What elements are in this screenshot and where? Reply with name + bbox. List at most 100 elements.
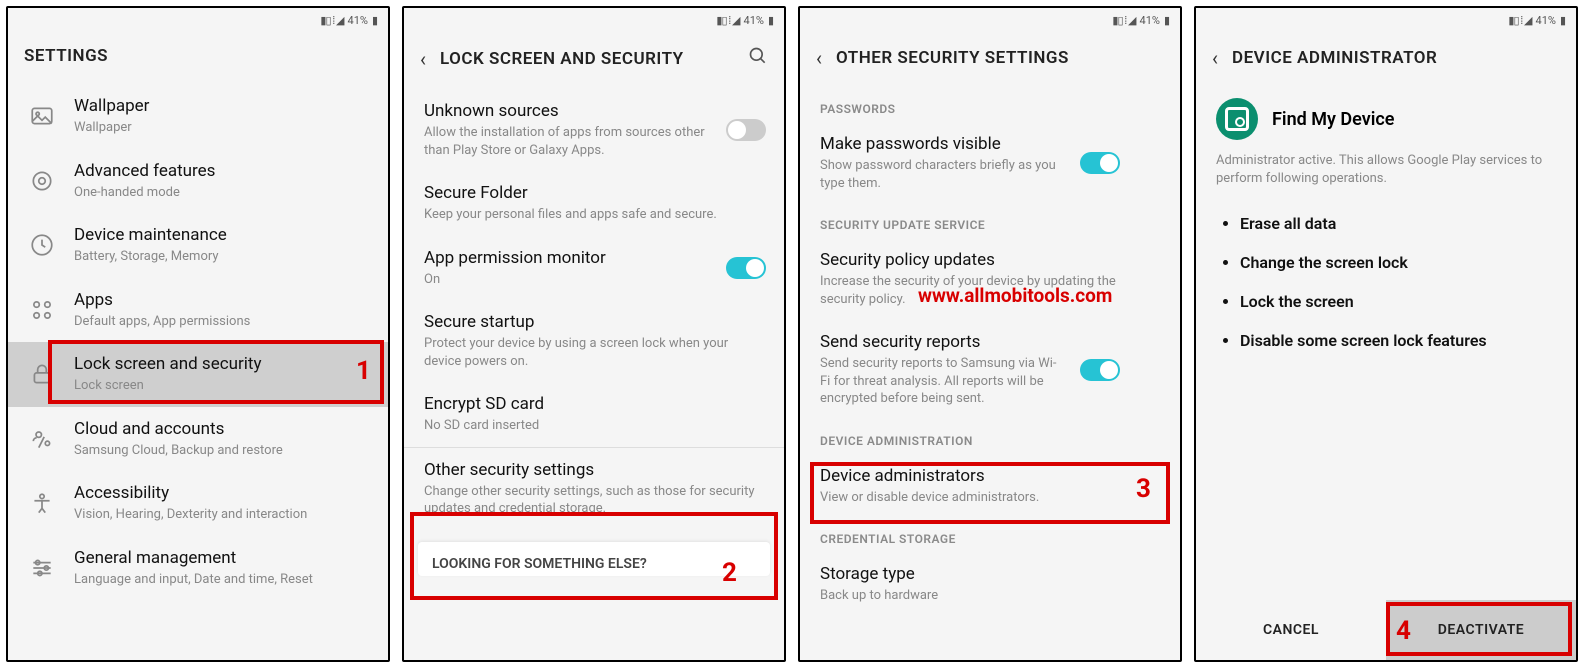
item-title: General management — [74, 548, 370, 568]
item-title: Device administrators — [820, 466, 1120, 486]
item-storage-type[interactable]: Storage typeBack up to hardware — [800, 552, 1180, 617]
battery-text: 41% — [744, 14, 764, 27]
item-device-admins[interactable]: Device administrators View or disable dev… — [800, 454, 1180, 519]
signal-icon: ▮▯ ⁞ ◢ — [1112, 14, 1135, 27]
apps-icon — [26, 294, 58, 326]
status-bar: ▮▯ ⁞ ◢ 41% ▮ — [1196, 8, 1576, 32]
item-title: Accessibility — [74, 483, 370, 503]
search-icon[interactable] — [748, 46, 768, 71]
signal-icon: ▮▯ ⁞ ◢ — [320, 14, 343, 27]
item-title: Make passwords visible — [820, 134, 1064, 154]
battery-text: 41% — [1140, 14, 1160, 27]
back-icon[interactable]: ‹ — [420, 47, 426, 71]
item-sub: No SD card inserted — [424, 417, 766, 435]
toggle-unknown-sources[interactable] — [726, 119, 766, 141]
item-title: Other security settings — [424, 460, 766, 480]
item-title: Device maintenance — [74, 225, 370, 245]
back-icon[interactable]: ‹ — [1212, 46, 1218, 70]
item-wallpaper[interactable]: Wallpaper Wallpaper — [8, 84, 388, 149]
permission-item: Change the screen lock — [1240, 253, 1550, 272]
item-title: App permission monitor — [424, 248, 710, 268]
deactivate-button[interactable]: DEACTIVATE — [1386, 600, 1576, 660]
item-policy-updates[interactable]: Security policy updatesIncrease the secu… — [800, 238, 1180, 320]
item-title: Encrypt SD card — [424, 394, 766, 414]
page-title: DEVICE ADMINISTRATOR — [1232, 48, 1437, 68]
accessibility-icon — [26, 488, 58, 520]
item-title: Secure startup — [424, 312, 766, 332]
item-encrypt-sd[interactable]: Encrypt SD card No SD card inserted — [404, 382, 784, 447]
looking-for-card[interactable]: LOOKING FOR SOMETHING ELSE? — [418, 542, 770, 576]
permission-item: Erase all data — [1240, 214, 1550, 233]
item-sub: On — [424, 271, 710, 289]
item-sub: Change other security settings, such as … — [424, 483, 766, 518]
item-sub: Wallpaper — [74, 119, 370, 137]
header: ‹ DEVICE ADMINISTRATOR — [1196, 32, 1576, 88]
item-make-passwords-visible[interactable]: Make passwords visibleShow password char… — [800, 122, 1180, 204]
item-title: Send security reports — [820, 332, 1064, 352]
section-passwords: PASSWORDS — [800, 88, 1180, 122]
page-title: SETTINGS — [24, 46, 108, 66]
item-unknown-sources[interactable]: Unknown sources Allow the installation of… — [404, 89, 784, 171]
item-secure-folder[interactable]: Secure FolderKeep your personal files an… — [404, 171, 784, 236]
item-sub: View or disable device administrators. — [820, 489, 1120, 507]
item-title: Wallpaper — [74, 96, 370, 116]
item-title: Cloud and accounts — [74, 419, 370, 439]
item-title: Security policy updates — [820, 250, 1120, 270]
item-lock-security[interactable]: Lock screen and security Lock screen — [8, 342, 388, 407]
item-sub: Lock screen — [74, 377, 370, 395]
maintenance-icon — [26, 229, 58, 261]
item-sub: Default apps, App permissions — [74, 313, 370, 331]
status-bar: ▮▯ ⁞ ◢ 41% ▮ — [800, 8, 1180, 32]
header: SETTINGS — [8, 32, 388, 84]
advanced-icon — [26, 165, 58, 197]
status-bar: ▮▯ ⁞ ◢ 41% ▮ — [404, 8, 784, 32]
cloud-icon — [26, 423, 58, 455]
item-title: Advanced features — [74, 161, 370, 181]
admin-app-name: Find My Device — [1272, 109, 1394, 130]
panel-device-admin: ▮▯ ⁞ ◢ 41% ▮ ‹ DEVICE ADMINISTRATOR Find… — [1194, 6, 1578, 662]
panel-other-security: ▮▯ ⁞ ◢ 41% ▮ ‹ OTHER SECURITY SETTINGS P… — [798, 6, 1182, 662]
page-title: OTHER SECURITY SETTINGS — [836, 48, 1069, 68]
status-bar: ▮▯ ⁞ ◢ 41% ▮ — [8, 8, 388, 32]
lock-icon — [26, 358, 58, 390]
item-title: Secure Folder — [424, 183, 766, 203]
item-sub: One-handed mode — [74, 184, 370, 202]
cancel-button[interactable]: CANCEL — [1196, 600, 1386, 660]
toggle-passwords-visible[interactable] — [1080, 152, 1120, 174]
permission-item: Lock the screen — [1240, 292, 1550, 311]
item-accessibility[interactable]: AccessibilityVision, Hearing, Dexterity … — [8, 471, 388, 536]
battery-text: 41% — [348, 14, 368, 27]
item-title: Lock screen and security — [74, 354, 370, 374]
battery-icon: ▮ — [768, 14, 774, 27]
item-maintenance[interactable]: Device maintenanceBattery, Storage, Memo… — [8, 213, 388, 278]
panel-lock-security: ▮▯ ⁞ ◢ 41% ▮ ‹ LOCK SCREEN AND SECURITY … — [402, 6, 786, 662]
battery-icon: ▮ — [1164, 14, 1170, 27]
item-secure-startup[interactable]: Secure startupProtect your device by usi… — [404, 300, 784, 382]
item-title: Unknown sources — [424, 101, 710, 121]
toggle-security-reports[interactable] — [1080, 359, 1120, 381]
section-update: SECURITY UPDATE SERVICE — [800, 204, 1180, 238]
permission-item: Disable some screen lock features — [1240, 331, 1550, 350]
item-app-permission[interactable]: App permission monitor On — [404, 236, 784, 301]
item-apps[interactable]: AppsDefault apps, App permissions — [8, 278, 388, 343]
panel-settings: ▮▯ ⁞ ◢ 41% ▮ SETTINGS WallpaperWallpaper… — [6, 6, 390, 662]
toggle-app-permission[interactable] — [726, 257, 766, 279]
item-sub: Allow the installation of apps from sour… — [424, 124, 710, 159]
item-advanced[interactable]: Advanced features One-handed mode — [8, 149, 388, 214]
item-security-reports[interactable]: Send security reports Send security repor… — [800, 320, 1180, 420]
item-cloud[interactable]: Cloud and accounts Samsung Cloud, Backup … — [8, 407, 388, 472]
signal-icon: ▮▯ ⁞ ◢ — [1508, 14, 1531, 27]
item-other-security[interactable]: Other security settings Change other secu… — [404, 448, 784, 530]
back-icon[interactable]: ‹ — [816, 46, 822, 70]
battery-text: 41% — [1536, 14, 1556, 27]
admin-app-header: Find My Device — [1196, 88, 1576, 152]
item-sub: Back up to hardware — [820, 587, 1120, 605]
item-sub: Samsung Cloud, Backup and restore — [74, 442, 370, 460]
item-general[interactable]: General management Language and input, Da… — [8, 536, 388, 601]
page-title: LOCK SCREEN AND SECURITY — [440, 49, 684, 69]
item-sub: Send security reports to Samsung via Wi-… — [820, 355, 1064, 408]
header: ‹ LOCK SCREEN AND SECURITY — [404, 32, 784, 89]
battery-icon: ▮ — [372, 14, 378, 27]
section-cred: CREDENTIAL STORAGE — [800, 518, 1180, 552]
item-sub: Language and input, Date and time, Reset — [74, 571, 370, 589]
